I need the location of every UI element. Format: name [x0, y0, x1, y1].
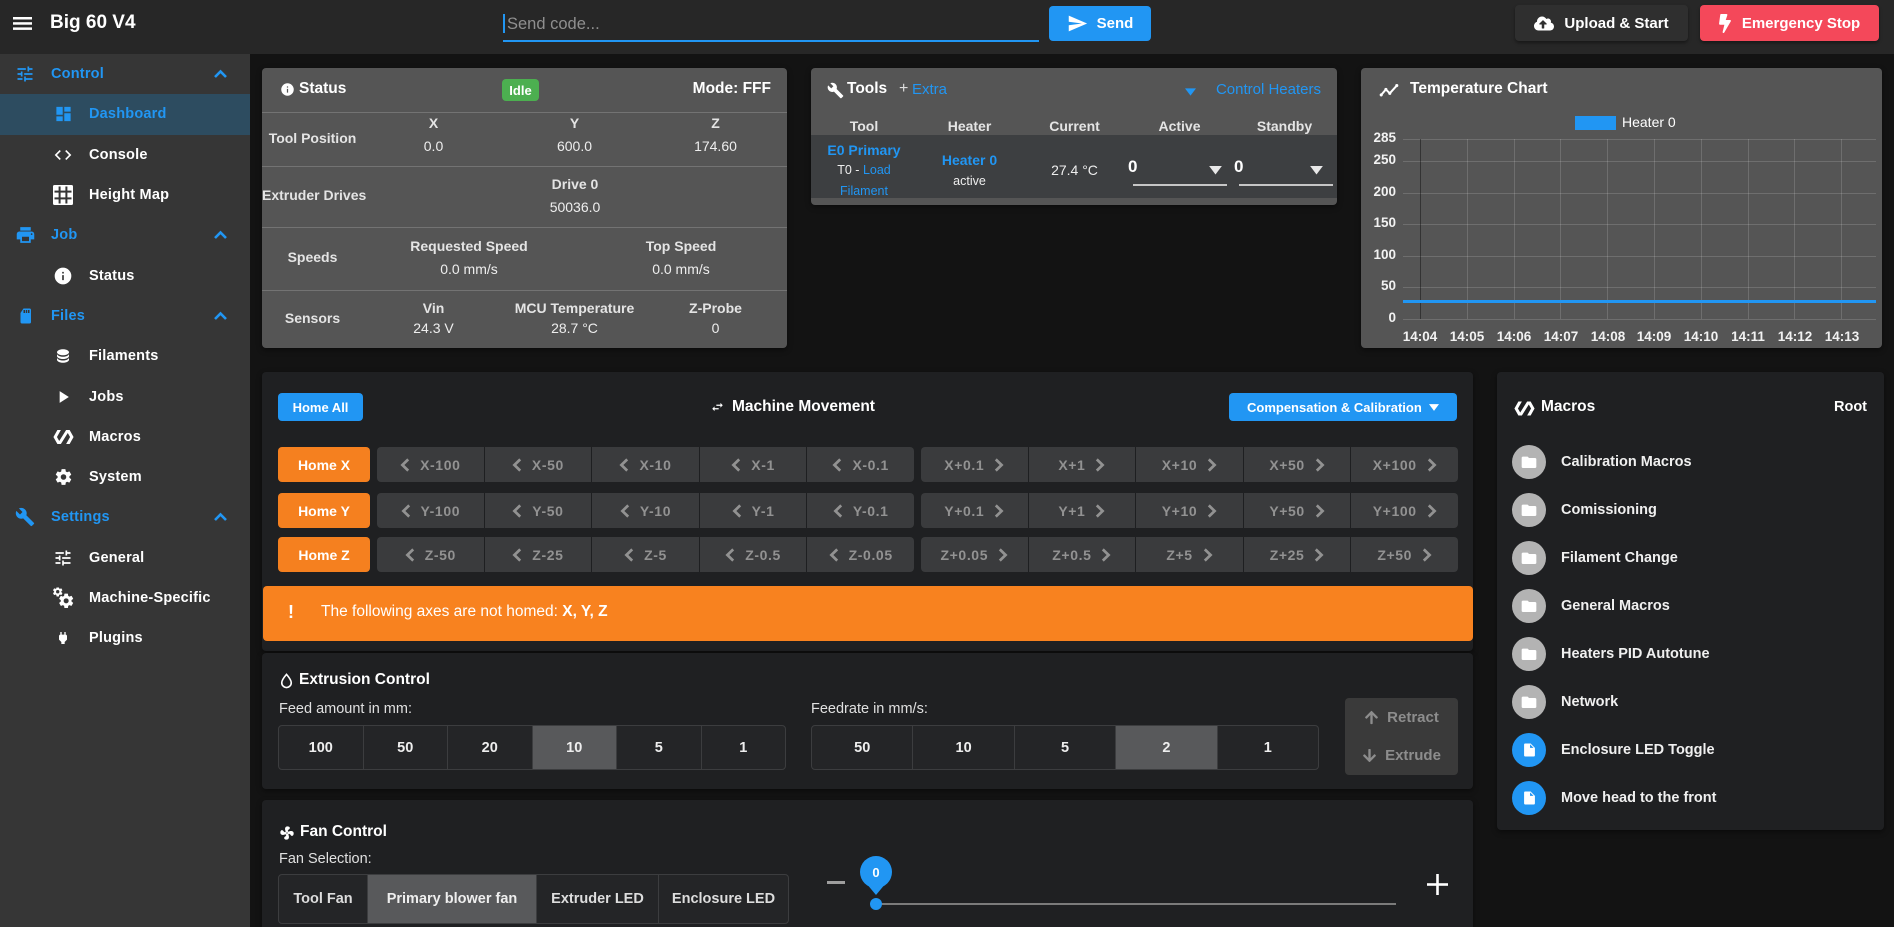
svg-text:0: 0 — [872, 865, 879, 880]
